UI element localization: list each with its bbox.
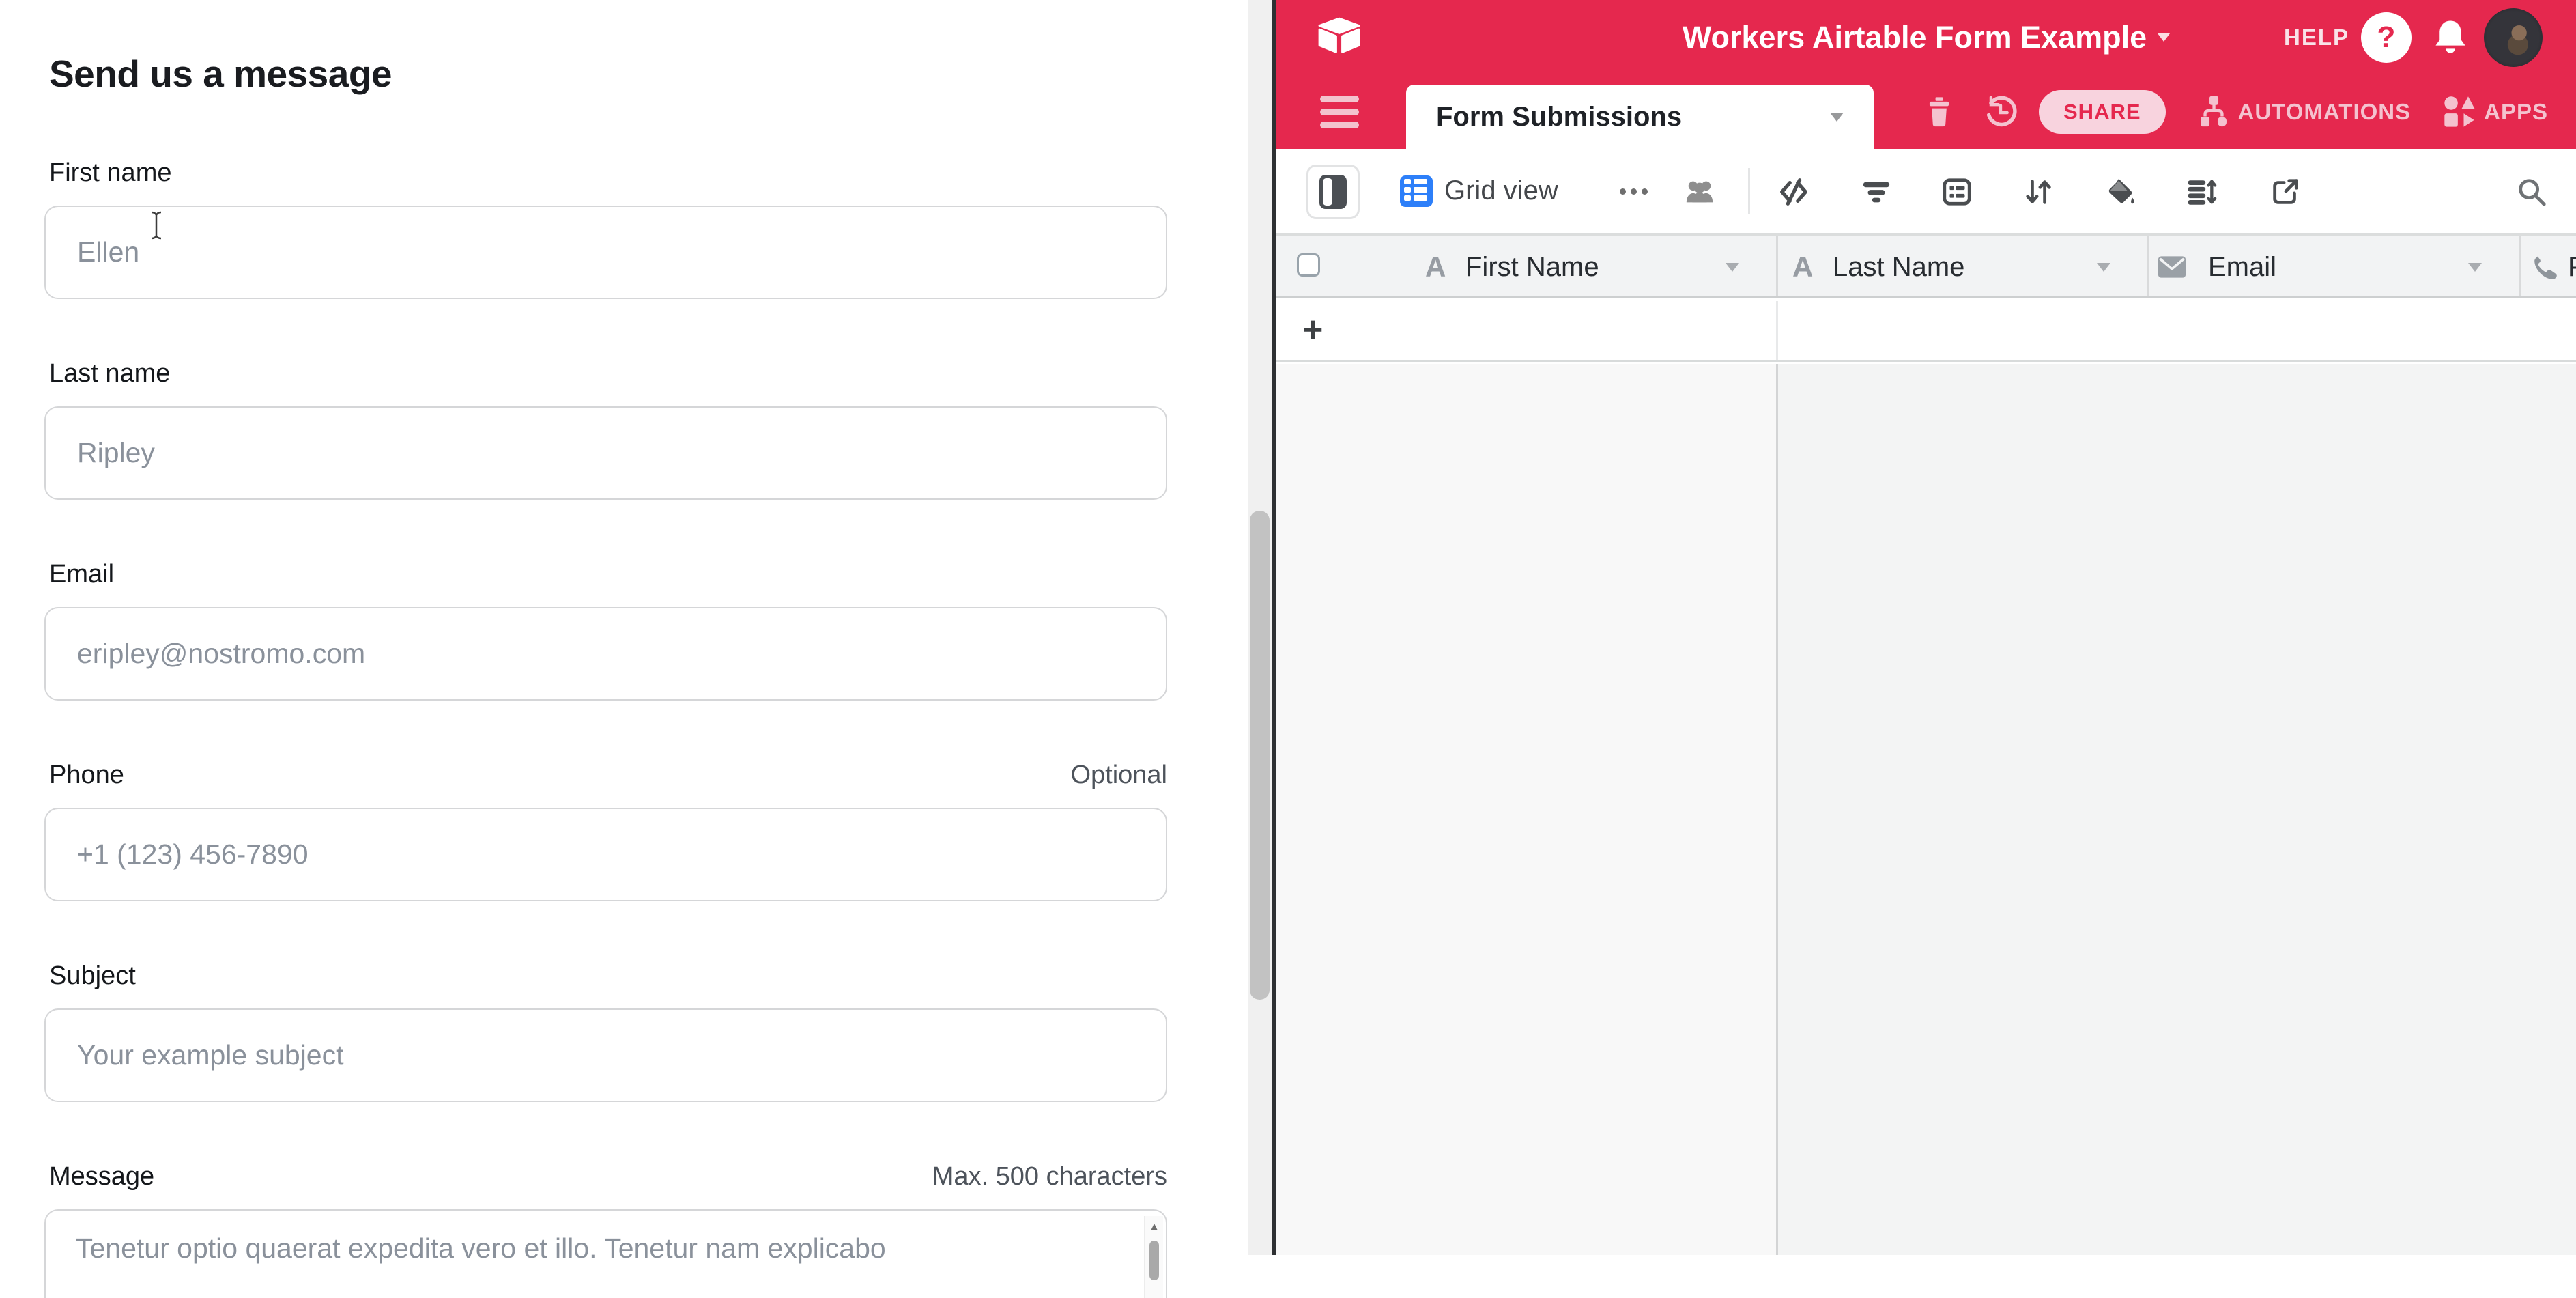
frozen-column-divider[interactable] [1776, 364, 1778, 1255]
first-name-label: First name [49, 158, 171, 188]
message-scrollbar-thumb[interactable] [1149, 1241, 1159, 1280]
column-header-first-name[interactable]: First Name [1465, 236, 1599, 298]
text-field-icon: A [1425, 236, 1446, 298]
phone-label: Phone [49, 761, 124, 790]
column-menu-caret-icon[interactable] [2468, 263, 2482, 272]
phone-optional-note: Optional [1070, 761, 1167, 790]
toolbar-divider [1748, 168, 1750, 214]
email-label: Email [49, 560, 114, 589]
column-divider[interactable] [1776, 236, 1778, 296]
add-row-plus-icon[interactable]: + [1302, 301, 1323, 362]
base-title-caret-icon[interactable] [2158, 33, 2170, 42]
hamburger-menu-icon[interactable] [1320, 96, 1359, 128]
page-title: Send us a message [49, 52, 392, 96]
message-max-note: Max. 500 characters [932, 1162, 1167, 1191]
share-view-icon[interactable] [2269, 176, 2302, 208]
tab-form-submissions[interactable]: Form Submissions [1406, 85, 1874, 149]
row-height-icon[interactable] [2185, 176, 2218, 208]
column-menu-caret-icon[interactable] [1726, 263, 1739, 272]
paint-fill-icon[interactable] [2104, 176, 2137, 208]
page-scrollbar-thumb[interactable] [1250, 511, 1270, 1000]
user-avatar[interactable] [2484, 8, 2543, 67]
base-title[interactable]: Workers Airtable Form Example [1683, 20, 2147, 55]
column-divider [1776, 301, 1778, 360]
last-name-label: Last name [49, 359, 170, 389]
apps-label: APPS [2484, 99, 2548, 125]
message-label: Message [49, 1162, 154, 1191]
grid-header-row: A First Name A Last Name Email P [1276, 236, 2576, 298]
column-header-phone[interactable]: P [2568, 236, 2576, 298]
column-divider[interactable] [2147, 236, 2149, 296]
hide-fields-icon[interactable] [1777, 176, 1810, 208]
grid-body-scroll-area [1778, 364, 2576, 1255]
apps-button[interactable]: APPS [2442, 94, 2548, 130]
subject-input[interactable] [44, 1008, 1167, 1102]
view-name[interactable]: Grid view [1444, 149, 1558, 236]
contact-form-window: Send us a message First name Last name E… [0, 0, 1272, 1255]
share-button[interactable]: SHARE [2039, 90, 2166, 134]
message-textarea[interactable]: Tenetur optio quaerat expedita vero et i… [44, 1209, 1167, 1298]
message-text: Tenetur optio quaerat expedita vero et i… [76, 1232, 886, 1265]
grid-view-icon[interactable] [1400, 175, 1433, 207]
table-caret-icon[interactable] [1830, 113, 1844, 122]
panel-toggle-icon [1319, 175, 1347, 209]
email-field-icon [2157, 255, 2187, 279]
help-question-icon[interactable]: ? [2361, 12, 2412, 63]
select-all-checkbox[interactable] [1297, 253, 1320, 277]
history-icon[interactable] [1983, 94, 2018, 130]
sort-icon[interactable] [2022, 176, 2055, 208]
column-divider[interactable] [2519, 236, 2521, 296]
text-cursor [149, 210, 164, 240]
add-row[interactable]: + [1276, 301, 2576, 362]
window-edge-divider [1272, 0, 1276, 1255]
collaborators-icon[interactable] [1683, 176, 1716, 208]
view-options-ellipsis-icon[interactable] [1620, 188, 1648, 195]
automations-icon [2196, 94, 2231, 130]
column-header-last-name[interactable]: Last Name [1833, 236, 1964, 298]
grid-body-frozen-column [1276, 364, 1776, 1255]
group-icon[interactable] [1941, 176, 1973, 208]
phone-input[interactable] [44, 808, 1167, 901]
column-menu-caret-icon[interactable] [2097, 263, 2110, 272]
airtable-window: Workers Airtable Form Example HELP ? For… [1276, 0, 2576, 1255]
search-icon[interactable] [2515, 176, 2548, 208]
toggle-sidebar-button[interactable] [1306, 165, 1360, 219]
grid-body [1276, 364, 2576, 1255]
filter-icon[interactable] [1860, 176, 1893, 208]
scroll-up-arrow-icon[interactable]: ▲ [1145, 1220, 1163, 1234]
phone-field-icon [2530, 252, 2561, 283]
active-table-name: Form Submissions [1436, 102, 1830, 132]
subject-label: Subject [49, 961, 136, 991]
airtable-topbar: Workers Airtable Form Example HELP ? [1276, 0, 2576, 75]
automations-button[interactable]: AUTOMATIONS [2196, 94, 2412, 130]
last-name-input[interactable] [44, 406, 1167, 500]
first-name-input[interactable] [44, 206, 1167, 299]
trash-icon[interactable] [1921, 94, 1957, 130]
view-toolbar: Grid view [1276, 149, 2576, 236]
table-tab-bar: Form Submissions SHARE [1276, 75, 2576, 149]
help-button[interactable]: HELP [2284, 0, 2349, 75]
text-field-icon: A [1792, 236, 1813, 298]
notifications-bell-icon[interactable] [2431, 18, 2470, 57]
email-input[interactable] [44, 607, 1167, 701]
message-scrollbar[interactable]: ▲ [1144, 1216, 1163, 1298]
apps-icon [2442, 94, 2477, 130]
column-header-email[interactable]: Email [2208, 236, 2276, 298]
automations-label: AUTOMATIONS [2238, 99, 2412, 125]
